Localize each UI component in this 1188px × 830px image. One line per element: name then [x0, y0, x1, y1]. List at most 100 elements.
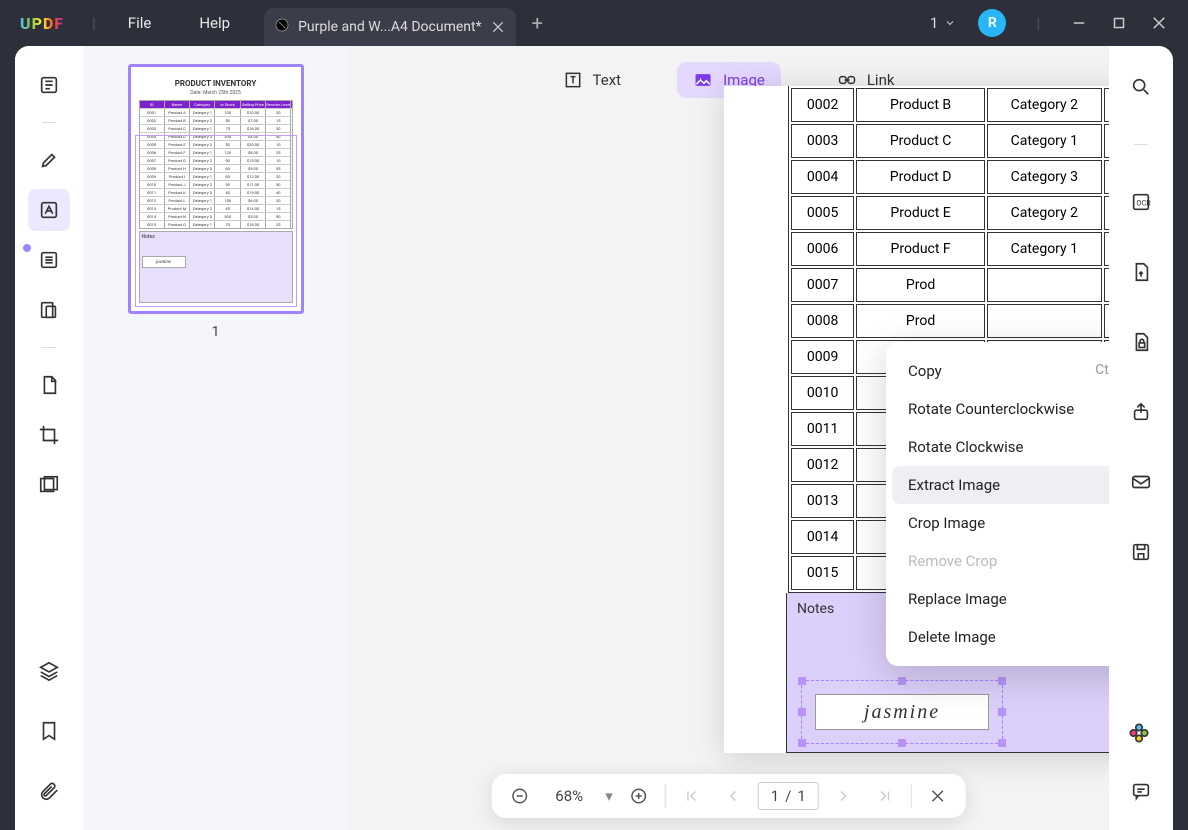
- document-tab[interactable]: Purple and W...A4 Document*: [264, 8, 516, 46]
- protect-button[interactable]: [1120, 321, 1162, 363]
- table-cell: 0003: [791, 124, 854, 158]
- separator: [1134, 144, 1148, 145]
- comment-button[interactable]: [1120, 770, 1162, 812]
- menu-file[interactable]: File: [128, 14, 152, 32]
- resize-handle[interactable]: [798, 708, 806, 716]
- page-tool-button[interactable]: [28, 364, 70, 406]
- context-extract-image[interactable]: Extract Image: [892, 466, 1109, 504]
- resize-handle[interactable]: [898, 739, 906, 747]
- bookmark-button[interactable]: [28, 710, 70, 752]
- table-cell: 0014: [791, 520, 854, 554]
- edit-tool-button[interactable]: [28, 189, 70, 231]
- table-cell: Product F: [856, 232, 985, 266]
- table-cell: Category 3: [987, 160, 1102, 194]
- table-cell: Prod: [856, 268, 985, 302]
- table-cell: 0013: [791, 484, 854, 518]
- maximize-button[interactable]: [1110, 14, 1128, 32]
- zoom-value: 68%: [545, 787, 593, 805]
- table-cell: 0008: [791, 304, 854, 338]
- signature-image[interactable]: jasmine: [815, 694, 989, 730]
- compress-tool-button[interactable]: [28, 464, 70, 506]
- signature-image-selected[interactable]: jasmine: [807, 686, 997, 738]
- reader-mode-button[interactable]: [28, 64, 70, 106]
- avatar[interactable]: R: [978, 9, 1006, 37]
- last-page-button[interactable]: [871, 782, 899, 810]
- resize-handle[interactable]: [998, 677, 1006, 685]
- table-row: 0004Product DCategory 3200$4.0040: [791, 160, 1109, 194]
- bottom-pager: 68% ▾ 1/1: [491, 774, 966, 818]
- page-input[interactable]: 1/1: [758, 782, 819, 810]
- close-pager-button[interactable]: [924, 782, 952, 810]
- context-rotate-ccw[interactable]: Rotate Counterclockwise: [892, 390, 1109, 428]
- left-toolbar: [15, 46, 83, 830]
- table-cell: 0005: [791, 196, 854, 230]
- ocr-button[interactable]: OCR: [1120, 181, 1162, 223]
- zoom-out-button[interactable]: [505, 782, 533, 810]
- table-cell: Category 1: [987, 124, 1102, 158]
- table-cell: Product D: [856, 160, 985, 194]
- separator: [42, 347, 56, 348]
- table-cell: Category 2: [987, 196, 1102, 230]
- page-count-dropdown[interactable]: 1: [930, 14, 956, 32]
- convert-button[interactable]: [1120, 251, 1162, 293]
- table-cell: [1104, 268, 1109, 302]
- titlebar: UPDF | File Help Purple and W...A4 Docum…: [0, 0, 1188, 46]
- prev-page-button[interactable]: [718, 782, 746, 810]
- table-row: 0007Prod$15.0010: [791, 268, 1109, 302]
- table-row: 0005Product ECategory 250$20.0010: [791, 196, 1109, 230]
- organize-pages-button[interactable]: [28, 239, 70, 281]
- context-delete-image[interactable]: Delete ImageDel: [892, 618, 1109, 656]
- app-logo: UPDF: [20, 14, 64, 33]
- menu-help[interactable]: Help: [199, 14, 230, 32]
- thumb-subtitle: Date: March 25th 2025: [139, 90, 293, 96]
- save-button[interactable]: [1120, 531, 1162, 573]
- zoom-in-button[interactable]: [625, 782, 653, 810]
- close-window-button[interactable]: [1150, 14, 1168, 32]
- resize-handle[interactable]: [798, 739, 806, 747]
- table-cell: 0009: [791, 340, 854, 374]
- thumb-title: PRODUCT INVENTORY: [139, 79, 293, 88]
- search-button[interactable]: [1120, 66, 1162, 108]
- divider: |: [1036, 14, 1040, 32]
- form-tool-button[interactable]: [28, 289, 70, 331]
- zoom-dropdown[interactable]: ▾: [605, 787, 613, 805]
- context-copy[interactable]: CopyCtrl+C: [892, 352, 1109, 390]
- resize-handle[interactable]: [998, 708, 1006, 716]
- active-indicator-dot: [23, 244, 31, 252]
- context-crop-image[interactable]: Crop Image: [892, 504, 1109, 542]
- table-cell: 0015: [791, 556, 854, 590]
- add-tab-button[interactable]: +: [532, 11, 543, 35]
- table-cell: 0004: [791, 160, 854, 194]
- layers-button[interactable]: [28, 650, 70, 692]
- table-cell: Category 2: [987, 88, 1102, 122]
- context-replace-image[interactable]: Replace Image: [892, 580, 1109, 618]
- context-rotate-cw[interactable]: Rotate Clockwise: [892, 428, 1109, 466]
- table-row: 0008Prod$9.0035: [791, 304, 1109, 338]
- email-button[interactable]: [1120, 461, 1162, 503]
- next-page-button[interactable]: [831, 782, 859, 810]
- share-button[interactable]: [1120, 391, 1162, 433]
- table-cell: [987, 268, 1102, 302]
- attachment-button[interactable]: [28, 770, 70, 812]
- ai-assistant-button[interactable]: [1128, 722, 1154, 748]
- table-cell: Product B: [856, 88, 985, 122]
- edit-text-button[interactable]: Text: [547, 62, 638, 98]
- crop-tool-button[interactable]: [28, 414, 70, 456]
- context-menu: CopyCtrl+C Rotate Counterclockwise Rotat…: [886, 342, 1109, 666]
- tab-title: Purple and W...A4 Document*: [298, 19, 482, 35]
- table-cell: 50: [1104, 196, 1109, 230]
- separator: [665, 784, 666, 808]
- minimize-button[interactable]: [1070, 14, 1088, 32]
- table-cell: 0011: [791, 412, 854, 446]
- highlight-tool-button[interactable]: [28, 139, 70, 181]
- table-row: 0003Product CCategory 175$16.0030: [791, 124, 1109, 158]
- table-cell: Product E: [856, 196, 985, 230]
- first-page-button[interactable]: [678, 782, 706, 810]
- resize-handle[interactable]: [998, 739, 1006, 747]
- page-thumbnail[interactable]: PRODUCT INVENTORY Date: March 25th 2025 …: [128, 64, 304, 314]
- thumb-table: IDNameCategoryIn StockSelling PriceReord…: [139, 100, 293, 229]
- resize-handle[interactable]: [898, 677, 906, 685]
- close-tab-button[interactable]: [490, 19, 506, 35]
- separator: [911, 784, 912, 808]
- resize-handle[interactable]: [798, 677, 806, 685]
